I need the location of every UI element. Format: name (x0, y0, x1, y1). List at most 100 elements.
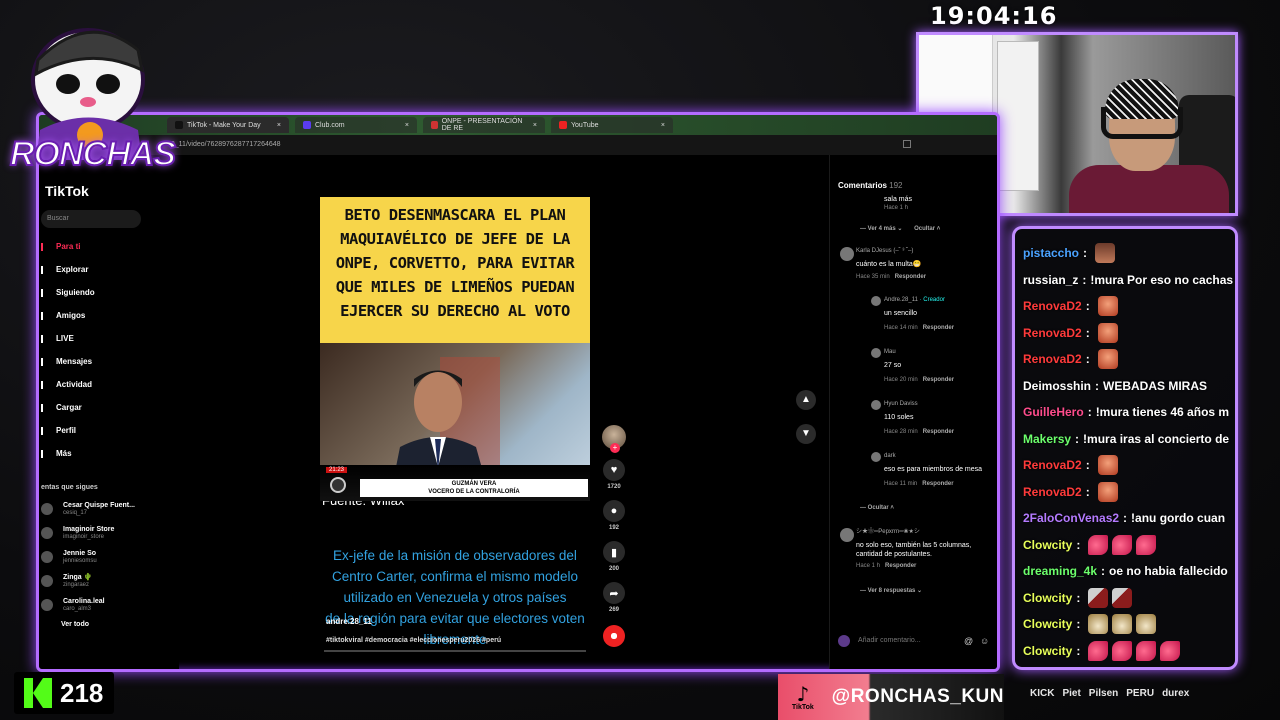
tiktok-logo[interactable]: TikTok (45, 183, 89, 199)
address-bar[interactable]: 28_11/video/7628976287717264648 (39, 135, 997, 155)
comment-author[interactable]: シ★❀═Pepxrrn═❀★シ (856, 528, 996, 537)
chat-username[interactable]: 2FaloConVenas2 (1023, 511, 1119, 525)
avatar[interactable] (871, 296, 881, 306)
avatar[interactable] (871, 452, 881, 462)
hide-replies-label[interactable]: Ocultar (868, 505, 889, 511)
emoji-icon[interactable]: ☺ (980, 636, 989, 646)
reply-button[interactable]: Responder (922, 481, 953, 487)
chat-emote-icon (1112, 614, 1133, 634)
search-input[interactable]: Buscar (41, 210, 141, 228)
video-author[interactable]: andre.28_11 (326, 617, 372, 626)
chat-text: !mura iras al concierto de (1083, 431, 1230, 446)
comment-author[interactable]: Karla DJesus (–˘ ³ ˘–) (856, 247, 996, 256)
nav-item[interactable]: Perfil (41, 419, 95, 442)
close-tab-icon[interactable]: × (533, 122, 537, 129)
chevron-down-icon[interactable]: ▼ (796, 424, 816, 444)
like-icon[interactable]: ♥ (603, 459, 625, 481)
chevron-up-icon[interactable]: ▲ (796, 390, 816, 410)
install-icon[interactable] (903, 140, 911, 148)
close-tab-icon[interactable]: × (661, 122, 665, 129)
reply-button[interactable]: Responder (923, 325, 954, 331)
comment-author[interactable]: Hyun Daviss (884, 400, 994, 409)
chat-username[interactable]: Makersy (1023, 432, 1071, 446)
nav-item[interactable]: Explorar (41, 258, 95, 281)
comment-time: Hace 14 min (884, 325, 918, 331)
reply-button[interactable]: Responder (885, 563, 916, 569)
webcam-headset (1101, 107, 1183, 139)
avatar[interactable] (840, 528, 854, 542)
chat-username[interactable]: Clowcity (1023, 538, 1072, 552)
nav-item[interactable]: Cargar (41, 396, 95, 419)
chat-username[interactable]: RenovaD2 (1023, 326, 1082, 340)
chat-username[interactable]: pistaccho (1023, 246, 1079, 260)
following-item[interactable]: Jennie So jenniesomsu (41, 545, 135, 569)
nav-item[interactable]: LIVE (41, 327, 95, 350)
headline-line: QUE MILES DE LIMEÑOS PUEDAN (335, 278, 575, 296)
chat-separator: : (1123, 511, 1128, 525)
comment-icon[interactable]: ● (603, 500, 625, 522)
browser-tab[interactable]: Club.com × (295, 117, 417, 133)
hide-replies[interactable]: — Ocultar ˄ (860, 505, 894, 511)
chat-username[interactable]: Clowcity (1023, 591, 1072, 605)
chat-username[interactable]: RenovaD2 (1023, 352, 1082, 366)
reply-button[interactable]: Responder (923, 377, 954, 383)
music-disc-icon[interactable] (603, 625, 625, 647)
author-avatar[interactable]: + (602, 425, 626, 453)
following-item[interactable]: Imaginoir Store imaginoir_store (41, 521, 135, 545)
video-player[interactable]: BETO DESENMASCARA EL PLAN MAQUIAVÉLICO DE… (320, 197, 592, 657)
chat-emote-icon (1136, 640, 1157, 661)
bookmark-icon[interactable]: ▮ (603, 541, 625, 563)
chat-username[interactable]: RenovaD2 (1023, 485, 1082, 499)
comment-input[interactable]: Añadir comentario... @ ☺ (838, 633, 989, 651)
see-all-link[interactable]: Ver todo (61, 621, 135, 628)
avatar[interactable] (840, 247, 854, 261)
nav-item-label: Para ti (56, 242, 81, 251)
nav-item[interactable]: Más (41, 442, 95, 465)
nav-item[interactable]: Mensajes (41, 350, 95, 373)
comment-time: Hace 1 h (884, 205, 909, 211)
chat-username[interactable]: Deimosshin (1023, 379, 1091, 393)
video-hashtags[interactable]: #tiktokviral #democracia #eleccionesperu… (326, 637, 501, 644)
following-item[interactable]: Cesar Quispe Fuent... cesiq_17 (41, 497, 135, 521)
following-item[interactable]: Carolina.leal caro_alm3 (41, 593, 135, 617)
browser-tab[interactable]: ONPE - PRESENTACIÓN DE RE × (423, 117, 545, 133)
show-more-replies[interactable]: — Ver 4 más ⌄ Ocultar ˄ (860, 225, 940, 232)
close-tab-icon[interactable]: × (277, 122, 281, 129)
nav-item[interactable]: Siguiendo (41, 281, 95, 304)
comment-author[interactable]: Andre.28_11 (884, 297, 918, 303)
chat-username[interactable]: Clowcity (1023, 644, 1072, 658)
nav-item-icon (41, 449, 47, 458)
comment-author[interactable]: dark (884, 452, 997, 461)
comments-panel: Comentarios 192 sala más Hace 1 h — Ver … (829, 155, 997, 669)
nav-item-icon (41, 288, 47, 297)
nav-item[interactable]: Actividad (41, 373, 95, 396)
mention-icon[interactable]: @ (964, 636, 973, 646)
headline-line: BETO DESENMASCARA EL PLAN (344, 206, 566, 224)
close-tab-icon[interactable]: × (405, 122, 409, 129)
hide-replies-label[interactable]: Ocultar (914, 226, 935, 232)
share-icon[interactable]: ➦ (603, 582, 625, 604)
comment-author[interactable]: Mau (884, 348, 994, 357)
comments-title-label: Comentarios (838, 181, 887, 190)
chat-username[interactable]: russian_z (1023, 273, 1078, 287)
chat-username[interactable]: dreaming_4k (1023, 564, 1097, 578)
chat-username[interactable]: GuilleHero (1023, 405, 1084, 419)
chat-message: GuilleHero: !mura tienes 46 años m (1023, 400, 1229, 424)
browser-tab[interactable]: TikTok - Make Your Day × (167, 117, 289, 133)
browser-tab[interactable]: YouTube × (551, 117, 673, 133)
nav-item[interactable]: Para ti (41, 235, 95, 258)
nav-item[interactable]: Amigos (41, 304, 95, 327)
nav-item-icon (41, 265, 47, 274)
view-replies[interactable]: — Ver 8 respuestas ⌄ (860, 587, 922, 594)
chat-username[interactable]: RenovaD2 (1023, 458, 1082, 472)
chat-username[interactable]: RenovaD2 (1023, 299, 1082, 313)
nav-item-icon (41, 311, 47, 320)
reply-button[interactable]: Responder (923, 429, 954, 435)
avatar[interactable] (871, 400, 881, 410)
follow-plus-icon[interactable]: + (610, 443, 620, 453)
video-progress-bar[interactable] (324, 650, 586, 652)
chat-username[interactable]: Clowcity (1023, 617, 1072, 631)
avatar[interactable] (871, 348, 881, 358)
reply-button[interactable]: Responder (895, 274, 926, 280)
following-item[interactable]: Zinga 🌵 zingaraez (41, 569, 135, 593)
